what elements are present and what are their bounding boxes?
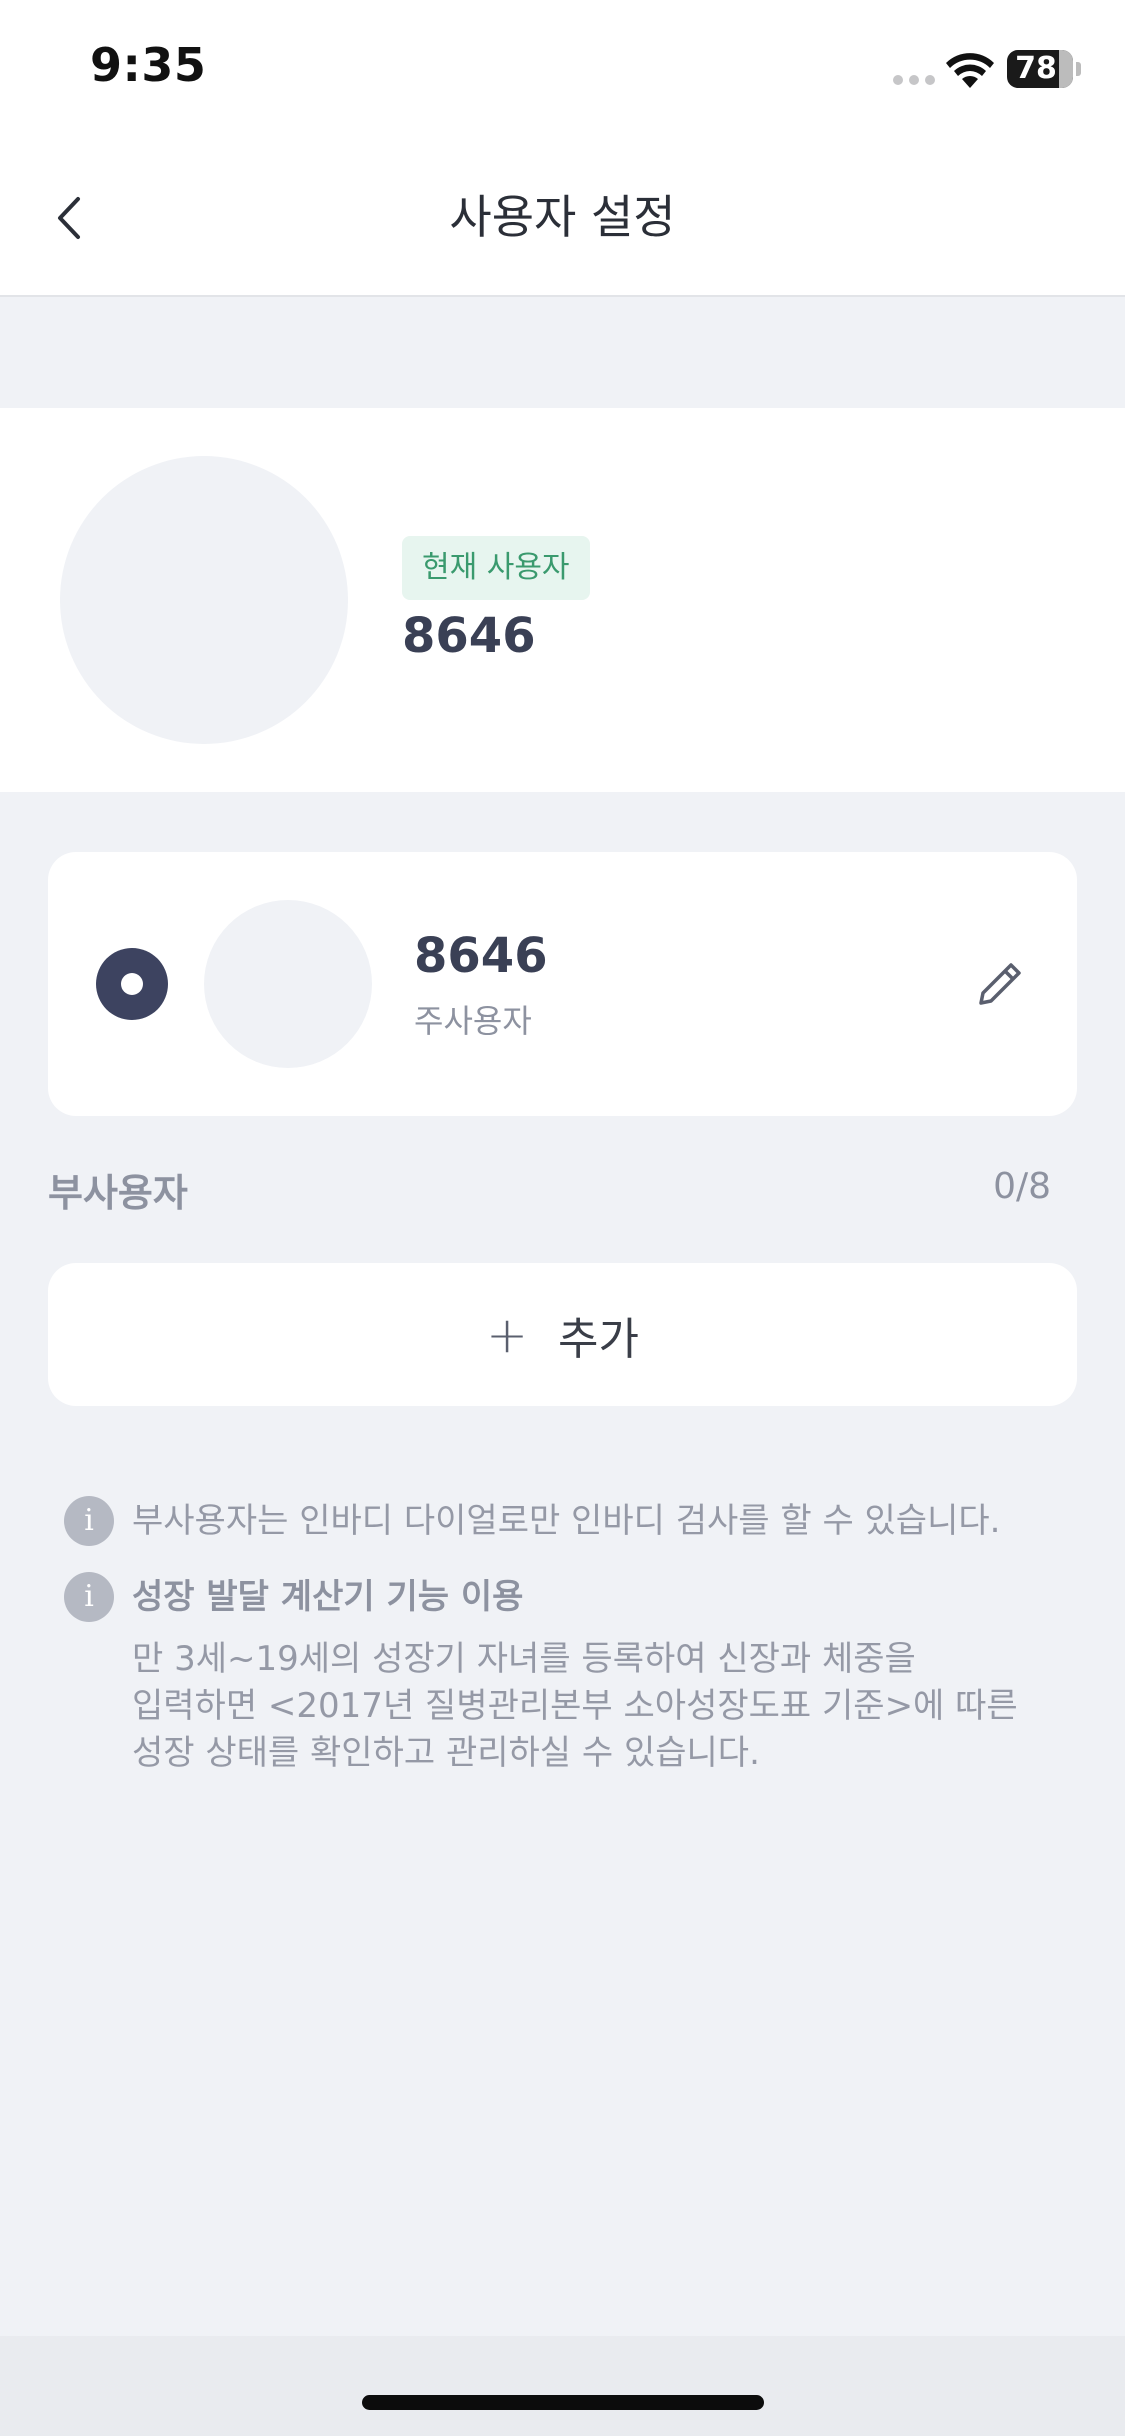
info-note-line: 만 3세~19세의 성장기 자녀를 등록하여 신장과 체중을 [132,1639,916,1679]
status-time: 9:35 [90,38,207,92]
info-note-body: 만 3세~19세의 성장기 자녀를 등록하여 신장과 체중을 입력하면 <201… [132,1636,1125,1777]
plus-icon: + [486,1305,528,1364]
battery-percent: 78 [1015,51,1057,86]
main-user-radio[interactable] [96,948,168,1020]
info-note-sub-users: i 부사용자는 인바디 다이얼로만 인바디 검사를 할 수 있습니다. [64,1496,1074,1546]
page-title: 사용자 설정 [449,190,676,244]
main-user-avatar [204,900,372,1068]
info-icon: i [64,1572,114,1622]
screen: 9:35 78 사용자 설정 현재 사용자 8646 8646 주사용자 부사용… [0,0,1125,2436]
home-indicator-area [0,2336,1125,2436]
current-user-profile: 현재 사용자 8646 [0,408,1125,792]
status-bar: 9:35 78 [0,0,1125,140]
home-indicator[interactable] [362,2395,764,2410]
add-button-label: 추가 [557,1313,639,1365]
info-note-line: 입력하면 <2017년 질병관리본부 소아성장도표 기준>에 따른 [132,1686,1018,1726]
edit-user-button[interactable] [968,950,1034,1016]
avatar [60,456,348,744]
info-note-title: 성장 발달 계산기 기능 이용 [132,1577,524,1617]
battery-icon: 78 [1007,50,1082,88]
current-user-badge: 현재 사용자 [402,536,590,600]
info-note-line: 성장 상태를 확인하고 관리하실 수 있습니다. [132,1733,760,1773]
chevron-left-icon [58,197,80,239]
add-sub-user-button[interactable]: + 추가 [48,1263,1077,1406]
info-note-text: 부사용자는 인바디 다이얼로만 인바디 검사를 할 수 있습니다. [132,1501,1001,1541]
back-button[interactable] [40,188,100,248]
pencil-icon [979,963,1021,1005]
main-user-name: 8646 [414,928,548,984]
sub-users-count: 0/8 [993,1166,1051,1207]
cellular-signal-icon [893,75,935,87]
navigation-bar: 사용자 설정 [0,140,1125,297]
info-icon: i [64,1496,114,1546]
sub-users-label: 부사용자 [48,1171,188,1215]
wifi-icon [946,53,994,88]
main-user-role: 주사용자 [414,1002,532,1040]
main-user-card[interactable]: 8646 주사용자 [48,852,1077,1116]
current-user-name: 8646 [402,608,536,664]
info-note-growth: i 성장 발달 계산기 기능 이용 만 3세~19세의 성장기 자녀를 등록하여… [64,1572,1074,1782]
